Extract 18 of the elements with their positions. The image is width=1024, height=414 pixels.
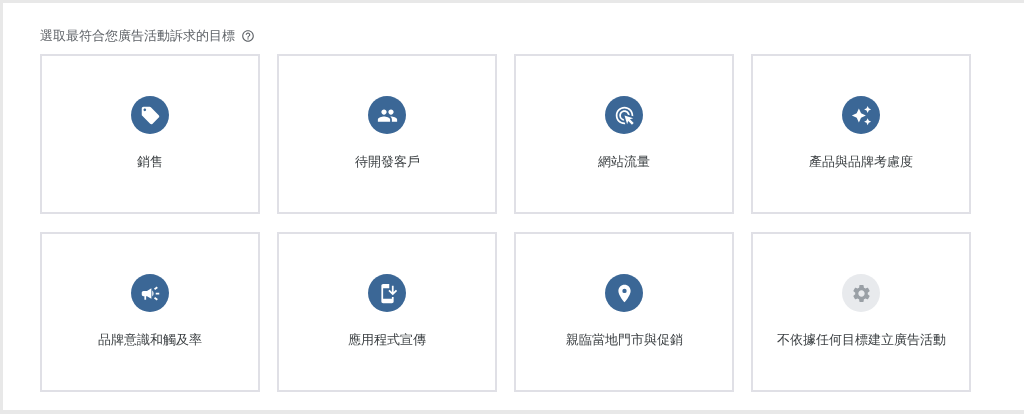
- help-icon[interactable]: [241, 29, 255, 43]
- megaphone-icon: [131, 274, 169, 313]
- goal-card[interactable]: 產品與品牌考慮度: [751, 54, 971, 214]
- cursor-click-icon: [605, 96, 643, 135]
- goal-card[interactable]: 待開發客戶: [277, 54, 497, 214]
- goal-card[interactable]: 銷售: [40, 54, 260, 214]
- section-heading: 選取最符合您廣告活動訴求的目標: [40, 27, 235, 46]
- location-pin-icon: [605, 274, 643, 313]
- settings-icon: [842, 274, 880, 313]
- tag-icon: [131, 96, 169, 135]
- goal-card[interactable]: 應用程式宣傳: [277, 232, 497, 392]
- sparkle-icon: [842, 96, 880, 135]
- people-icon: [368, 96, 406, 135]
- goal-card[interactable]: 網站流量: [514, 54, 734, 214]
- goal-card[interactable]: 親臨當地門市與促銷: [514, 232, 734, 392]
- phone-download-icon: [368, 274, 406, 313]
- goal-card[interactable]: 品牌意識和觸及率: [40, 232, 260, 392]
- goal-card[interactable]: 不依據任何目標建立廣告活動: [751, 232, 971, 392]
